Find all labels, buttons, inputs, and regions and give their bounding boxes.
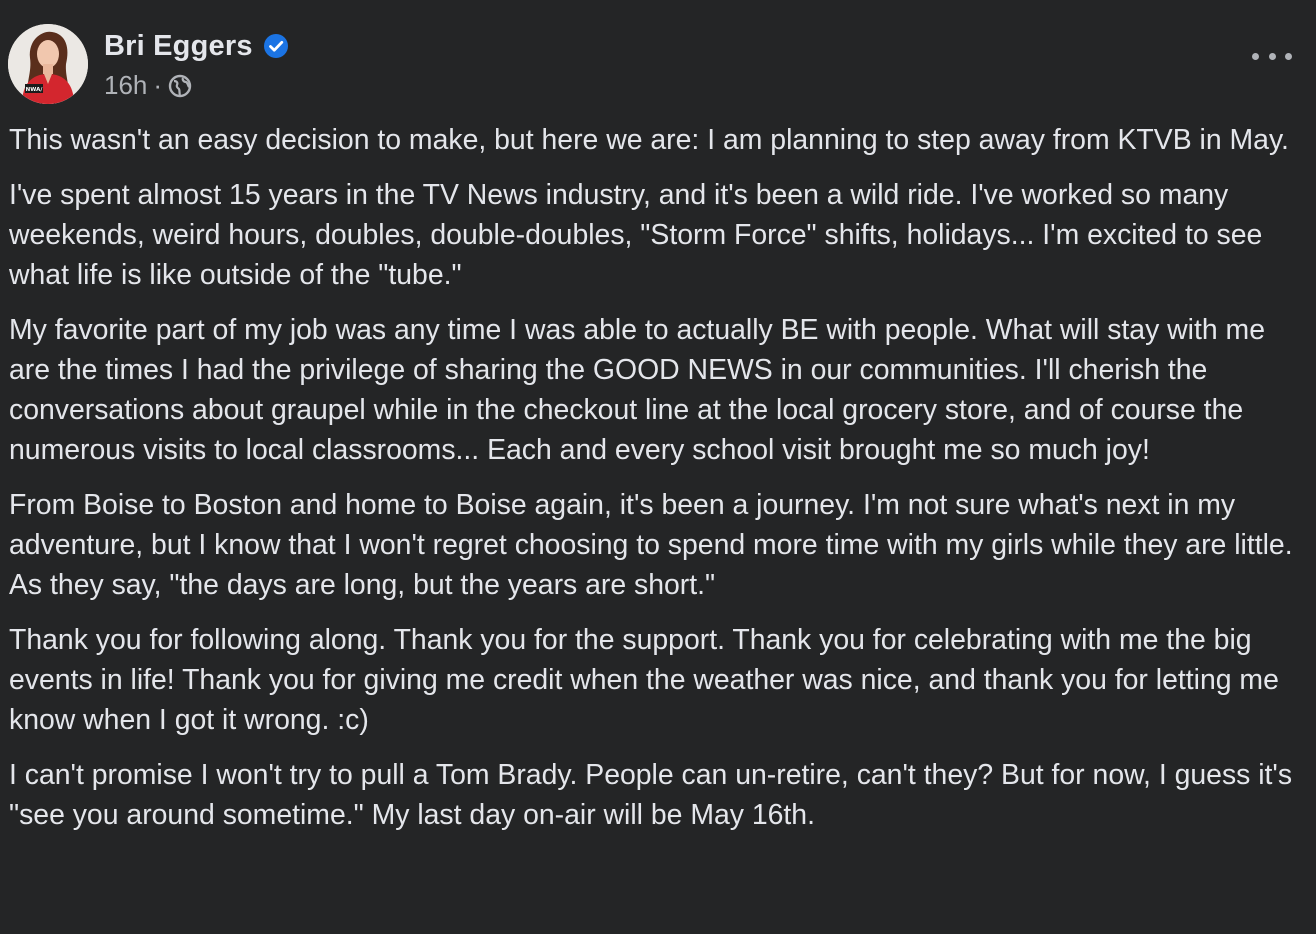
post-paragraph: From Boise to Boston and home to Boise a…: [9, 489, 1293, 601]
more-dot: [1268, 52, 1276, 60]
more-dot: [1285, 52, 1292, 60]
more-options-icon[interactable]: [1252, 44, 1292, 68]
post-timestamp[interactable]: 16h: [104, 70, 147, 101]
post-paragraph: My favorite part of my job was any time …: [9, 314, 1265, 466]
post-paragraph: I can't promise I won't try to pull a To…: [9, 759, 1293, 831]
author-name[interactable]: Bri Eggers: [104, 30, 253, 63]
verified-badge-icon: [263, 33, 289, 59]
more-dot: [1252, 52, 1259, 60]
author-row: Bri Eggers: [104, 28, 289, 64]
facebook-post: NWA/ Bri Eggers 16h · This wasn't an eas…: [0, 0, 1316, 934]
globe-icon[interactable]: [168, 74, 192, 98]
post-header: NWA/ Bri Eggers 16h ·: [8, 24, 1308, 108]
post-paragraph: This wasn't an easy decision to make, bu…: [9, 124, 1289, 156]
meta-separator: ·: [153, 69, 163, 100]
post-paragraph: Thank you for following along. Thank you…: [9, 624, 1279, 736]
post-meta: 16h ·: [104, 68, 289, 102]
post-body: This wasn't an easy decision to make, bu…: [9, 120, 1307, 850]
avatar-image: NWA/: [8, 24, 88, 104]
author-block: Bri Eggers 16h ·: [104, 28, 289, 102]
svg-text:NWA/: NWA/: [26, 87, 44, 93]
post-paragraph: I've spent almost 15 years in the TV New…: [9, 179, 1263, 291]
avatar[interactable]: NWA/: [8, 24, 88, 104]
